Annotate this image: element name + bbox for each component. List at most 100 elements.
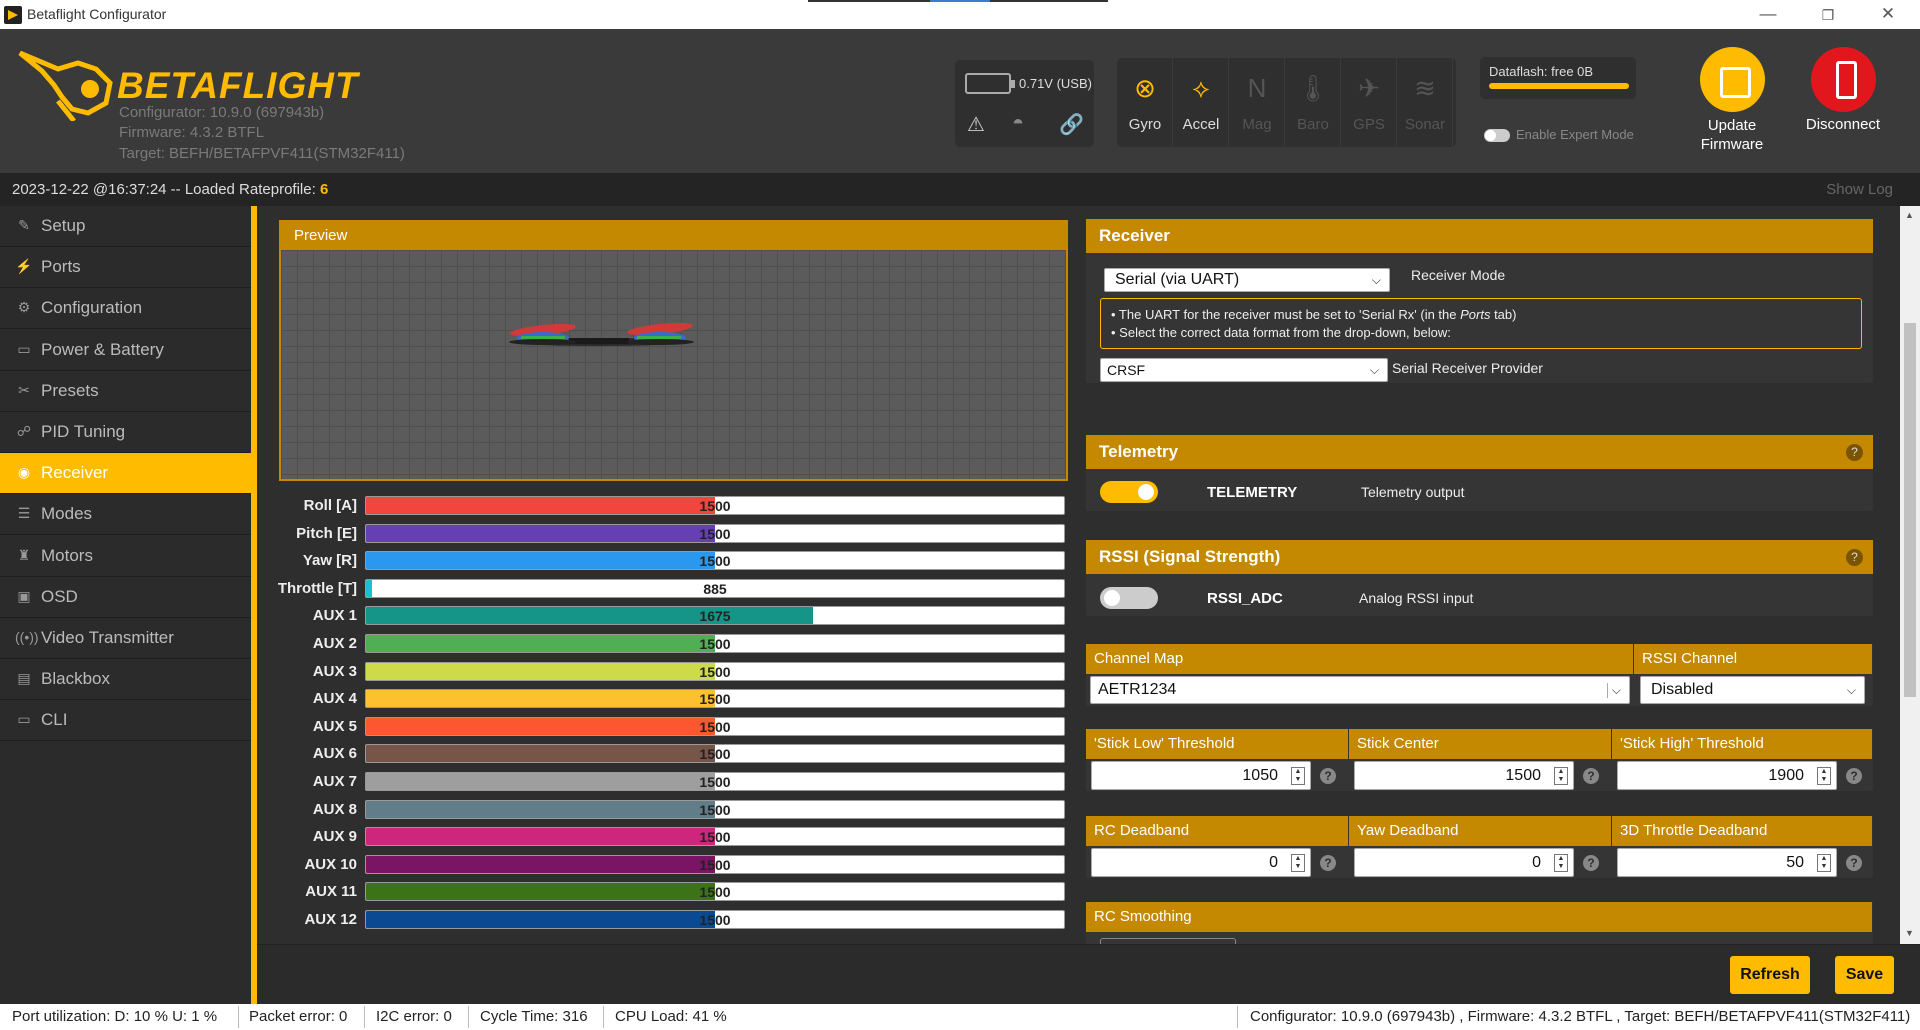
sidebar-item-configuration[interactable]: ⚙ Configuration [0,288,251,330]
stepper-icon[interactable]: ▲ ▼ [1817,854,1831,872]
rssi-desc: Analog RSSI input [1359,590,1474,606]
battery-icon: ▭ [17,340,31,357]
rateprofile-number: 6 [319,181,329,198]
channel-value: 885 [703,580,727,597]
channel-value: 1500 [699,746,731,763]
sidebar-item-ports[interactable]: ⚡ Ports [0,247,251,289]
disconnect-button[interactable]: Disconnect [1788,47,1898,133]
stepper-icon[interactable]: ▲ ▼ [1291,854,1305,872]
sidebar-item-label: Video Transmitter [41,628,174,647]
rssi-adc-toggle[interactable] [1100,587,1158,609]
threshold-input[interactable]: 1900 ▲ ▼ [1617,761,1837,790]
help-icon[interactable]: ? [1583,768,1599,784]
sidebar-item-osd[interactable]: ▣ OSD [0,577,251,618]
sidebar-nav: ✎ Setup ⚡ Ports ⚙ Configuration ▭ Power & Batte… [0,206,251,1004]
channel-value: 1500 [699,498,731,514]
channel-map-panel: Channel Map RSSI Channel AETR1234 ⌵ Disa… [1086,644,1873,706]
cli-icon: ▭ [17,711,31,728]
sidebar-item-motors[interactable]: ♜ Motors [0,536,251,577]
threshold-input[interactable]: 1500 ▲ ▼ [1354,761,1574,790]
channel-label: AUX 1 [312,607,357,625]
channel-label: AUX 10 [304,855,357,873]
deadband-input[interactable]: 0 ▲ ▼ [1091,848,1311,877]
sidebar-item-modes[interactable]: ☰ Modes [0,494,251,536]
preview-panel: Preview [279,220,1068,481]
threshold-label: 'Stick Low' Threshold [1086,729,1349,759]
channel-value: 1500 [699,636,731,652]
help-icon[interactable]: ? [1846,549,1863,566]
sidebar-item-setup[interactable]: ✎ Setup [0,206,251,247]
channel-bar: 1500 [365,799,1065,819]
channel-bar: 885 [365,578,1065,598]
help-icon[interactable]: ? [1320,768,1336,784]
pid-icon: ☍ [16,423,32,439]
stepper-icon[interactable]: ▲ ▼ [1817,767,1831,785]
sidebar-item-presets[interactable]: ✂ Presets [0,371,251,412]
restore-button[interactable]: ❐ [1808,7,1848,24]
sensor-sonar: ≋ Sonar [1397,58,1453,147]
minimize-button[interactable]: — [1748,4,1788,24]
help-icon[interactable]: ? [1583,855,1599,871]
channel-map-label: Channel Map [1086,644,1634,674]
sidebar-item-video-transmitter[interactable]: ((•)) Video Transmitter [0,618,251,659]
gyro-icon: ⊗ [1134,73,1156,103]
save-button[interactable]: Save [1835,956,1894,994]
deadband-label: RC Deadband [1086,816,1349,846]
channel-bar: 1500 [365,882,1065,902]
show-log-link[interactable]: Show Log [1826,181,1893,198]
expert-mode-switch[interactable] [1484,129,1510,143]
sonar-icon: ≋ [1414,73,1436,103]
deadband-input[interactable]: 50 ▲ ▼ [1617,848,1837,877]
sidebar-item-pid-tuning[interactable]: ☍ PID Tuning [0,412,251,453]
sidebar-item-blackbox[interactable]: ▤ Blackbox [0,659,251,701]
i2c-error: I2C error: 0 [376,1008,452,1025]
expert-mode-toggle[interactable]: Enable Expert Mode [1484,127,1634,143]
rssi-channel-label: RSSI Channel [1634,644,1873,674]
help-icon[interactable]: ? [1846,444,1863,461]
close-button[interactable]: ✕ [1868,4,1908,24]
channel-value: 1500 [699,718,731,735]
threshold-input[interactable]: 1050 ▲ ▼ [1091,761,1311,790]
help-icon[interactable]: ? [1846,768,1862,784]
link-icon: 🔗 [1059,114,1084,136]
sidebar-item-label: Presets [41,380,99,400]
stepper-icon[interactable]: ▲ ▼ [1554,767,1568,785]
deadband-input[interactable]: 0 ▲ ▼ [1354,848,1574,877]
help-icon[interactable]: ? [1846,855,1862,871]
channel-value: 1675 [699,608,731,625]
gear-icon: ⚙ [17,299,31,316]
channel-label: AUX 12 [304,911,357,928]
channel-label: AUX 4 [312,690,357,708]
sidebar-item-receiver[interactable]: ◉ Receiver [0,453,251,495]
scroll-up-icon: ▲ [1905,210,1914,220]
stepper-icon[interactable]: ▲ ▼ [1291,767,1305,785]
threshold-label: Stick Center [1349,729,1612,759]
sensor-label: GPS [1353,116,1385,133]
app-icon [4,6,22,24]
mag-icon: N [1247,73,1267,103]
receiver-mode-select[interactable]: Serial (via UART) ⌵ [1104,268,1390,292]
chevron-down-icon: ⌵ [1606,683,1621,698]
sidebar-item-label: PID Tuning [41,422,126,441]
serial-provider-select[interactable]: CRSF ⌵ [1100,358,1388,382]
channel-map-select[interactable]: AETR1234 ⌵ [1090,676,1630,704]
content-scrollbar[interactable]: ▲ ▼ [1900,206,1920,944]
sidebar-item-label: Receiver [41,463,109,483]
update-firmware-button[interactable]: Update Firmware [1677,47,1787,154]
stepper-icon[interactable]: ▲ ▼ [1554,854,1568,872]
channel-bar: 1500 [365,827,1065,847]
channel-label: Throttle [T] [277,579,357,597]
port-utilization: Port utilization: D: 10 % U: 1 % [12,1008,218,1025]
scrollbar-thumb[interactable] [1904,323,1916,697]
chevron-down-icon: ⌵ [1371,273,1381,287]
sidebar-item-label: Configuration [41,298,143,318]
refresh-button[interactable]: Refresh [1730,956,1810,994]
sidebar-item-cli[interactable]: ▭ CLI [0,700,251,742]
rssi-channel-select[interactable]: Disabled ⌵ [1640,676,1865,704]
model-preview[interactable] [281,250,1066,479]
deadbands-panel: RC Deadband 0 ▲ ▼? Yaw Deadband 0 ▲ ▼? 3D Thrott… [1086,816,1873,878]
window-titlebar: Betaflight Configurator — ❐ ✕ [0,0,1920,29]
sidebar-item-power-battery[interactable]: ▭ Power & Battery [0,330,251,371]
help-icon[interactable]: ? [1320,855,1336,871]
telemetry-toggle[interactable] [1100,481,1158,503]
